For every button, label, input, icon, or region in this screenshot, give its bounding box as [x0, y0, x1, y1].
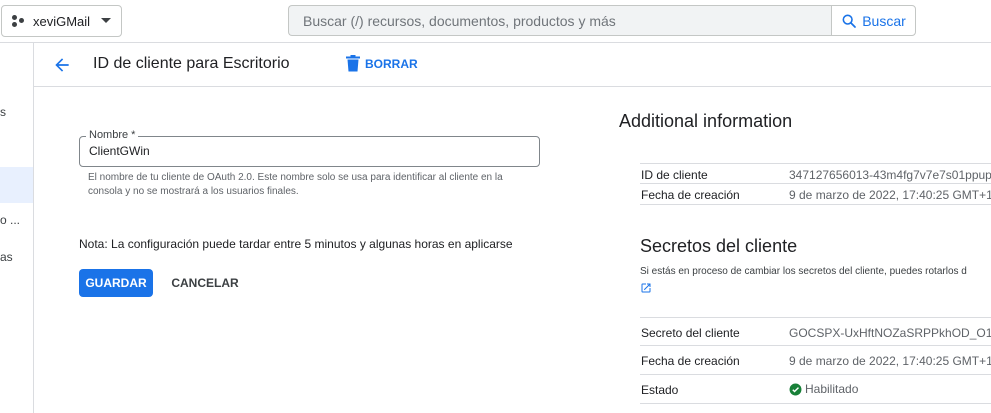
status-label: Habilitado [805, 382, 859, 396]
search-icon [842, 14, 857, 28]
arrow-back-icon[interactable] [52, 55, 72, 75]
secrets-description: Si estás en proceso de cambiar los secre… [640, 266, 967, 277]
secret-key: Estado [641, 383, 679, 397]
nav-item-active[interactable] [0, 167, 33, 203]
secret-row: Secreto del cliente GOCSPX-UxHftNOZaSRPP… [640, 317, 991, 346]
project-picker[interactable]: xeviGMail [1, 5, 122, 37]
info-value: 347127656013-43m4fg7v7e7s01ppupr [789, 168, 991, 182]
secret-key: Fecha de creación [641, 354, 740, 368]
info-value: 9 de marzo de 2022, 17:40:25 GMT+1 [789, 188, 991, 202]
config-note: Nota: La configuración puede tardar entr… [79, 237, 513, 251]
additional-info-heading: Additional information [619, 111, 793, 131]
secret-value: 9 de marzo de 2022, 17:40:25 GMT+1 [789, 354, 991, 368]
secret-value: GOCSPX-UxHftNOZaSRPPkhOD_O1DvE [789, 326, 991, 340]
page-title: ID de cliente para Escritorio [93, 55, 290, 72]
status-badge: Habilitado [789, 382, 858, 396]
name-field: Nombre * [79, 129, 540, 167]
external-link-icon[interactable] [640, 282, 652, 294]
project-name: xeviGMail [33, 13, 91, 29]
secret-row: Fecha de creación 9 de marzo de 2022, 17… [640, 346, 991, 375]
check-circle-icon [789, 383, 802, 395]
search-button[interactable]: Buscar [831, 5, 916, 36]
search-button-label: Buscar [862, 12, 906, 29]
nav-item-fragment-3[interactable]: as [0, 250, 13, 264]
chevron-down-icon [101, 18, 111, 23]
info-row: ID de cliente 347127656013-43m4fg7v7e7s0… [640, 163, 991, 184]
info-key: ID de cliente [641, 168, 708, 182]
name-hint: El nombre de tu cliente de OAuth 2.0. Es… [88, 172, 503, 197]
cancel-button[interactable]: CANCELAR [165, 269, 245, 297]
name-input[interactable] [89, 144, 529, 158]
search-input[interactable] [303, 12, 832, 29]
info-row: Fecha de creación 9 de marzo de 2022, 17… [640, 184, 991, 205]
secret-key: Secreto del cliente [641, 326, 740, 340]
search-box [288, 5, 832, 36]
project-dots-icon [12, 14, 26, 28]
top-bar: xeviGMail Buscar [0, 0, 991, 43]
info-key: Fecha de creación [641, 188, 740, 202]
trash-icon [346, 55, 360, 72]
left-nav: s o ... as [0, 43, 34, 413]
nav-item-fragment-2[interactable]: o ... [0, 213, 20, 227]
name-field-label: Nombre * [86, 129, 139, 141]
delete-button[interactable]: BORRAR [346, 55, 418, 72]
secret-row: Estado Habilitado [640, 375, 991, 404]
secrets-heading: Secretos del cliente [640, 236, 798, 256]
save-button[interactable]: GUARDAR [79, 269, 153, 297]
page-header: ID de cliente para Escritorio BORRAR [34, 43, 991, 87]
delete-label: BORRAR [365, 56, 418, 71]
nav-item-fragment-1[interactable]: s [0, 105, 6, 119]
